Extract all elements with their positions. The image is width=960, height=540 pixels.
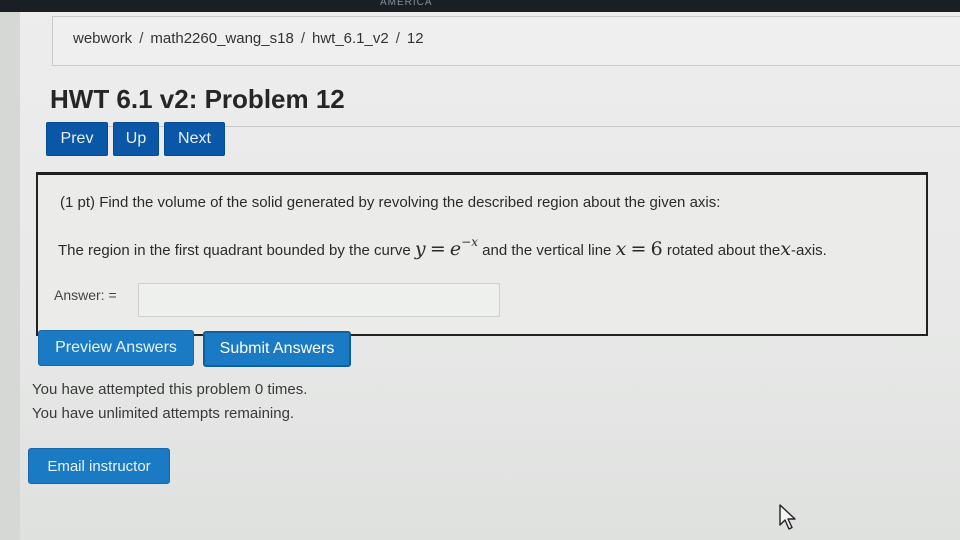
screen: AMERICA webwork / math2260_wang_s18 / hwt_6.… — [0, 0, 960, 540]
problem-prompt: Find the volume of the solid generated b… — [99, 194, 721, 211]
axis-suffix: -axis. — [790, 242, 827, 259]
region-middle: and the vertical line — [482, 242, 612, 259]
page-title: HWT 6.1 v2: Problem 12 — [50, 84, 345, 114]
line-value: 6 — [650, 238, 663, 260]
breadcrumb: webwork / math2260_wang_s18 / hwt_6.1_v2 / 12 — [73, 30, 424, 47]
breadcrumb-bar: webwork / math2260_wang_s18 / hwt_6.1_v2 / 12 — [52, 16, 960, 66]
top-bar: AMERICA — [0, 0, 960, 12]
line-variable: x — [615, 238, 627, 260]
breadcrumb-separator: / — [395, 30, 400, 47]
left-margin — [0, 12, 20, 540]
submit-answers-button[interactable]: Submit Answers — [203, 331, 351, 367]
email-instructor-button[interactable]: Email instructor — [28, 448, 170, 484]
region-prefix: The region in the first quadrant bounded… — [58, 242, 411, 259]
problem-points: (1 pt) — [60, 194, 96, 211]
curve-lhs: y — [414, 238, 426, 260]
problem-box: (1 pt) Find the volume of the solid gene… — [36, 172, 928, 336]
curve-base: e — [449, 238, 462, 260]
up-button[interactable]: Up — [113, 122, 159, 156]
next-button[interactable]: Next — [164, 122, 225, 156]
breadcrumb-separator: / — [300, 30, 305, 47]
preview-answers-button[interactable]: Preview Answers — [38, 330, 194, 366]
axis-variable: x — [780, 238, 791, 260]
top-bar-text: AMERICA — [380, 0, 433, 8]
breadcrumb-separator: / — [139, 30, 144, 47]
breadcrumb-item-problem: 12 — [406, 30, 424, 47]
breadcrumb-item-course[interactable]: math2260_wang_s18 — [150, 30, 293, 47]
prev-button[interactable]: Prev — [46, 122, 108, 156]
breadcrumb-item-webwork[interactable]: webwork — [73, 30, 132, 47]
attempt-status: You have attempted this problem 0 times.… — [32, 378, 307, 426]
curve-equals: = — [429, 238, 446, 260]
answer-label: Answer: = — [54, 287, 117, 303]
answer-input[interactable] — [138, 283, 500, 317]
attempts-count-text: You have attempted this problem 0 times. — [32, 381, 308, 398]
attempts-remaining-text: You have unlimited attempts remaining. — [32, 405, 295, 422]
breadcrumb-item-set[interactable]: hwt_6.1_v2 — [312, 30, 389, 47]
problem-prompt-line: (1 pt) Find the volume of the solid gene… — [60, 194, 720, 211]
curve-exponent: −x — [461, 235, 478, 249]
region-after: rotated about the — [666, 242, 781, 259]
problem-region-line: The region in the first quadrant bounded… — [58, 235, 827, 260]
line-equals: = — [630, 238, 647, 260]
mouse-cursor-icon — [779, 504, 796, 530]
